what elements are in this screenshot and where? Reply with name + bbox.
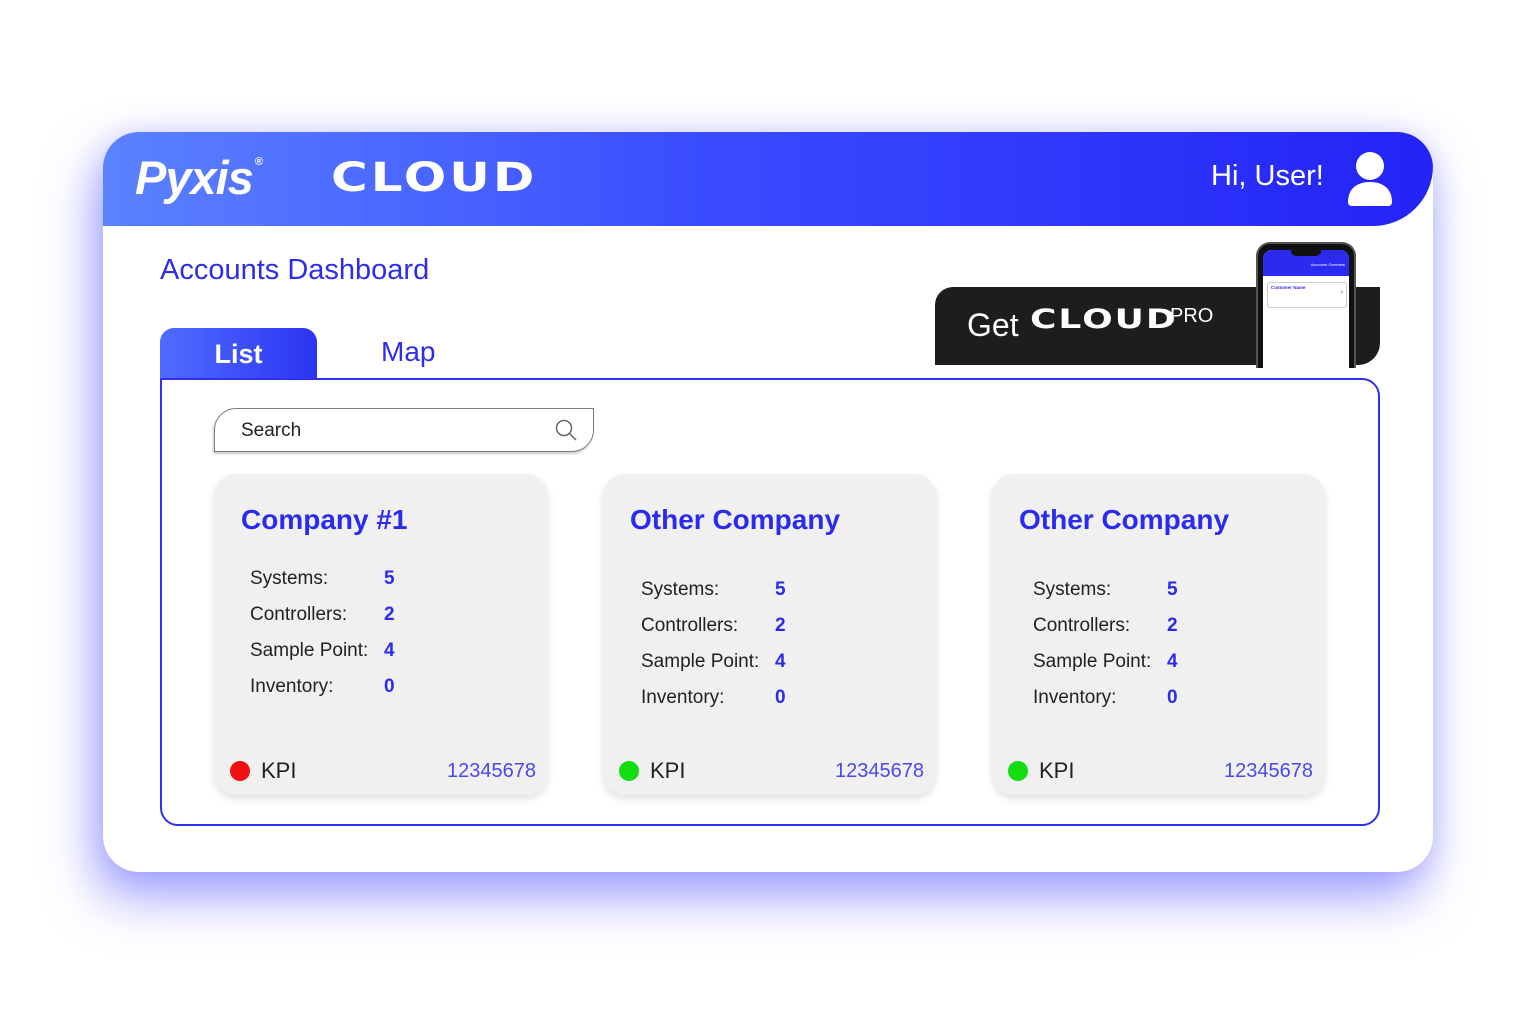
user-greeting: Hi, User! bbox=[1211, 160, 1324, 192]
systems-label: Systems: bbox=[1033, 579, 1112, 600]
promo-cloud-logo: CLOUD bbox=[1030, 304, 1178, 335]
brand-name: Pyxis bbox=[135, 151, 254, 204]
account-number[interactable]: 12345678 bbox=[1224, 760, 1313, 783]
phone-screen: Accounts Overview Customer Name › bbox=[1263, 250, 1349, 368]
systems-value: 5 bbox=[1167, 579, 1178, 600]
promo-get-text: Get bbox=[967, 307, 1019, 343]
phone-customer-card: Customer Name › bbox=[1267, 282, 1347, 308]
inventory-value: 0 bbox=[384, 676, 395, 697]
accounts-list-panel: Company #1 Systems: 5 Controllers: 2 Sam… bbox=[160, 378, 1380, 826]
account-number[interactable]: 12345678 bbox=[447, 760, 536, 783]
tab-map[interactable]: Map bbox=[381, 336, 435, 368]
promo-pro-label: PRO bbox=[1170, 305, 1214, 327]
chevron-right-icon: › bbox=[1340, 289, 1343, 296]
product-logo: CLOUD bbox=[331, 154, 538, 201]
controllers-value: 2 bbox=[775, 615, 786, 636]
kpi-status-dot bbox=[1008, 761, 1028, 781]
controllers-value: 2 bbox=[1167, 615, 1178, 636]
header-bar: Pyxis ® CLOUD Hi, User! bbox=[103, 132, 1433, 226]
systems-label: Systems: bbox=[641, 579, 720, 600]
page-title: Accounts Dashboard bbox=[160, 254, 430, 286]
kpi-label: KPI bbox=[650, 758, 686, 783]
systems-value: 5 bbox=[384, 568, 395, 589]
account-card[interactable]: Company #1 Systems: 5 Controllers: 2 Sam… bbox=[214, 474, 548, 795]
sample-point-value: 4 bbox=[384, 640, 395, 661]
kpi-status-dot bbox=[619, 761, 639, 781]
tab-list[interactable]: List bbox=[160, 328, 317, 380]
phone-notch bbox=[1291, 250, 1321, 256]
systems-label: Systems: bbox=[250, 568, 329, 589]
sample-point-label: Sample Point: bbox=[641, 651, 760, 672]
card-title: Other Company bbox=[1019, 504, 1230, 535]
kpi-status-dot bbox=[230, 761, 250, 781]
sample-point-value: 4 bbox=[775, 651, 786, 672]
sample-point-value: 4 bbox=[1167, 651, 1178, 672]
kpi-label: KPI bbox=[1039, 758, 1075, 783]
app-window: Pyxis ® CLOUD Hi, User! Accounts Dashboar… bbox=[103, 132, 1433, 872]
controllers-label: Controllers: bbox=[250, 604, 348, 625]
phone-bar-text: Accounts Overview bbox=[1310, 262, 1345, 267]
inventory-label: Inventory: bbox=[641, 687, 725, 708]
user-icon[interactable] bbox=[1345, 150, 1395, 206]
registered-mark: ® bbox=[254, 156, 263, 168]
phone-card-title: Customer Name bbox=[1271, 285, 1306, 290]
sample-point-label: Sample Point: bbox=[1033, 651, 1152, 672]
card-title: Other Company bbox=[630, 504, 841, 535]
phone-mockup-image: Accounts Overview Customer Name › bbox=[1256, 242, 1356, 368]
account-card[interactable]: Other Company Systems: 5 Controllers: 2 … bbox=[603, 474, 936, 795]
controllers-label: Controllers: bbox=[641, 615, 739, 636]
controllers-value: 2 bbox=[384, 604, 395, 625]
inventory-value: 0 bbox=[775, 687, 786, 708]
inventory-label: Inventory: bbox=[250, 676, 334, 697]
search-input[interactable] bbox=[239, 417, 543, 445]
inventory-label: Inventory: bbox=[1033, 687, 1117, 708]
search-box[interactable] bbox=[214, 408, 594, 452]
card-title: Company #1 bbox=[241, 504, 408, 535]
sample-point-label: Sample Point: bbox=[250, 640, 369, 661]
account-number[interactable]: 12345678 bbox=[835, 760, 924, 783]
systems-value: 5 bbox=[775, 579, 786, 600]
kpi-label: KPI bbox=[261, 758, 297, 783]
inventory-value: 0 bbox=[1167, 687, 1178, 708]
search-icon[interactable] bbox=[554, 418, 578, 442]
controllers-label: Controllers: bbox=[1033, 615, 1131, 636]
account-card[interactable]: Other Company Systems: 5 Controllers: 2 … bbox=[992, 474, 1325, 795]
brand-logo[interactable]: Pyxis ® bbox=[135, 150, 263, 205]
